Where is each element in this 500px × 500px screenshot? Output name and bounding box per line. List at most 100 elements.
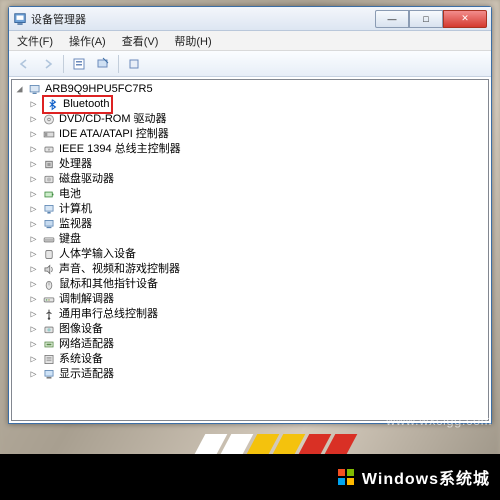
expander-icon[interactable]: ▷ bbox=[28, 142, 39, 157]
menu-help[interactable]: 帮助(H) bbox=[166, 33, 219, 49]
tree-item[interactable]: ▷ 电池 bbox=[14, 187, 488, 202]
computer-icon bbox=[28, 83, 42, 96]
tree-item-label: 鼠标和其他指针设备 bbox=[59, 277, 158, 292]
expander-icon[interactable]: ▷ bbox=[28, 202, 39, 217]
tree-item[interactable]: ▷ IDE ATA/ATAPI 控制器 bbox=[14, 127, 488, 142]
tree-item-label: 监视器 bbox=[59, 217, 92, 232]
expander-icon[interactable]: ▷ bbox=[28, 127, 39, 142]
menu-view[interactable]: 查看(V) bbox=[114, 33, 167, 49]
properties-button[interactable] bbox=[68, 54, 90, 74]
toolbar-separator bbox=[63, 55, 64, 73]
device-manager-window: 设备管理器 — □ ✕ 文件(F) 操作(A) 查看(V) 帮助(H) ◢ARB… bbox=[8, 6, 492, 424]
titlebar[interactable]: 设备管理器 — □ ✕ bbox=[9, 7, 491, 31]
bluetooth-icon bbox=[46, 98, 60, 111]
expander-icon[interactable]: ▷ bbox=[28, 157, 39, 172]
scan-button[interactable] bbox=[92, 54, 114, 74]
window-title: 设备管理器 bbox=[31, 11, 371, 27]
brand-stripes bbox=[200, 434, 356, 454]
tree-item[interactable]: ▷ 声音、视频和游戏控制器 bbox=[14, 262, 488, 277]
tree-item-label: 显示适配器 bbox=[59, 367, 114, 382]
tree-item[interactable]: ▷ 显示适配器 bbox=[14, 367, 488, 382]
expander-icon[interactable]: ▷ bbox=[28, 262, 39, 277]
expander-icon[interactable]: ▷ bbox=[28, 187, 39, 202]
tree-item[interactable]: ▷ 鼠标和其他指针设备 bbox=[14, 277, 488, 292]
tree-item[interactable]: ▷ 人体学输入设备 bbox=[14, 247, 488, 262]
tree-item-label: 图像设备 bbox=[59, 322, 103, 337]
disc-icon bbox=[42, 113, 56, 126]
expander-icon[interactable]: ▷ bbox=[28, 247, 39, 262]
close-button[interactable]: ✕ bbox=[443, 10, 487, 28]
tree-item[interactable]: ▷网络适配器 bbox=[14, 337, 488, 352]
tree-item-label: 调制解调器 bbox=[59, 292, 114, 307]
brand-bar: Windows系统城 bbox=[0, 454, 500, 500]
hid-icon bbox=[42, 248, 56, 261]
tree-item-label: 键盘 bbox=[59, 232, 81, 247]
tree-item[interactable]: ▷ 计算机 bbox=[14, 202, 488, 217]
expander-icon[interactable]: ▷ bbox=[28, 292, 39, 307]
keyboard-icon bbox=[42, 233, 56, 246]
tree-item[interactable]: ▷系统设备 bbox=[14, 352, 488, 367]
tree-item-label: 电池 bbox=[59, 187, 81, 202]
sound-icon bbox=[42, 263, 56, 276]
menu-action[interactable]: 操作(A) bbox=[61, 33, 114, 49]
monitor-icon bbox=[42, 218, 56, 231]
cpu-icon bbox=[42, 158, 56, 171]
expander-icon[interactable]: ▷ bbox=[28, 172, 39, 187]
expander-icon[interactable]: ▷ bbox=[28, 352, 39, 367]
imaging-icon bbox=[42, 323, 56, 336]
usb-icon bbox=[42, 308, 56, 321]
toolbar-extra-button[interactable] bbox=[123, 54, 145, 74]
tree-item-label: 处理器 bbox=[59, 157, 92, 172]
ide-icon bbox=[42, 128, 56, 141]
tree-item[interactable]: ▷ 通用串行总线控制器 bbox=[14, 307, 488, 322]
tree-item-label: DVD/CD-ROM 驱动器 bbox=[59, 112, 167, 127]
toolbar-separator bbox=[118, 55, 119, 73]
expander-icon[interactable]: ◢ bbox=[14, 82, 25, 97]
brand-text: Windows系统城 bbox=[362, 465, 490, 489]
display-icon bbox=[42, 368, 56, 381]
device-tree: ◢ARB9Q9HPU5FC7R5▷Bluetooth▷DVD/CD-ROM 驱动… bbox=[12, 80, 488, 402]
forward-button[interactable] bbox=[37, 54, 59, 74]
expander-icon[interactable]: ▷ bbox=[28, 277, 39, 292]
hdd-icon bbox=[42, 173, 56, 186]
device-tree-panel[interactable]: ◢ARB9Q9HPU5FC7R5▷Bluetooth▷DVD/CD-ROM 驱动… bbox=[11, 79, 489, 421]
tree-item[interactable]: ▷ Y IEEE 1394 总线主控制器 bbox=[14, 142, 488, 157]
expander-icon[interactable]: ▷ bbox=[28, 217, 39, 232]
tree-item-label: 通用串行总线控制器 bbox=[59, 307, 158, 322]
network-icon bbox=[42, 338, 56, 351]
expander-icon[interactable]: ▷ bbox=[28, 307, 39, 322]
windows-logo-icon bbox=[338, 469, 354, 485]
expander-icon[interactable]: ▷ bbox=[28, 112, 39, 127]
tree-item-label: 磁盘驱动器 bbox=[59, 172, 114, 187]
mouse-icon bbox=[42, 278, 56, 291]
toolbar bbox=[9, 51, 491, 77]
expander-icon[interactable]: ▷ bbox=[28, 322, 39, 337]
app-icon bbox=[13, 12, 27, 26]
expander-icon[interactable]: ▷ bbox=[28, 367, 39, 382]
tree-item-label: 人体学输入设备 bbox=[59, 247, 136, 262]
minimize-button[interactable]: — bbox=[375, 10, 409, 28]
expander-icon[interactable]: ▷ bbox=[28, 232, 39, 247]
tree-item[interactable]: ▷ 键盘 bbox=[14, 232, 488, 247]
expander-icon[interactable]: ▷ bbox=[28, 337, 39, 352]
tree-item[interactable]: ▷ Bluetooth bbox=[14, 97, 488, 112]
expander-icon[interactable]: ▷ bbox=[28, 97, 39, 112]
tree-item-label: IDE ATA/ATAPI 控制器 bbox=[59, 127, 169, 142]
tree-item-label: IEEE 1394 总线主控制器 bbox=[59, 142, 181, 157]
computer-icon bbox=[42, 203, 56, 216]
tree-item[interactable]: ▷ 处理器 bbox=[14, 157, 488, 172]
tree-item-label: 计算机 bbox=[59, 202, 92, 217]
tree-item-label: 声音、视频和游戏控制器 bbox=[59, 262, 180, 277]
battery-icon bbox=[42, 188, 56, 201]
tree-item[interactable]: ▷ 图像设备 bbox=[14, 322, 488, 337]
tree-item-label: Bluetooth bbox=[63, 97, 109, 112]
svg-text:Y: Y bbox=[48, 147, 51, 152]
tree-item[interactable]: ▷ 调制解调器 bbox=[14, 292, 488, 307]
tree-item[interactable]: ▷ 监视器 bbox=[14, 217, 488, 232]
maximize-button[interactable]: □ bbox=[409, 10, 443, 28]
tree-item[interactable]: ▷ 磁盘驱动器 bbox=[14, 172, 488, 187]
back-button[interactable] bbox=[13, 54, 35, 74]
menu-file[interactable]: 文件(F) bbox=[9, 33, 61, 49]
tree-item[interactable]: ▷ DVD/CD-ROM 驱动器 bbox=[14, 112, 488, 127]
firewire-icon: Y bbox=[42, 143, 56, 156]
